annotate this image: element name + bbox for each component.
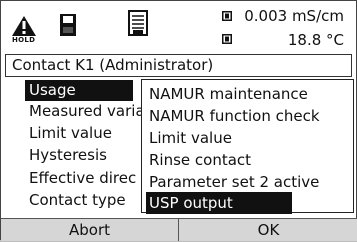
status-bar: HOLD 0.003 mS/cm 18.8 °C: [1, 1, 357, 53]
hold-label: HOLD: [12, 36, 36, 44]
device-display: HOLD 0.003 mS/cm 18.8 °C Contact K1 (Adm…: [0, 0, 357, 241]
ok-softkey[interactable]: OK: [179, 218, 357, 241]
logbook-icon: [128, 10, 148, 36]
menu-title-bar: Contact K1 (Administrator): [5, 54, 352, 77]
option-namur-maintenance[interactable]: NAMUR maintenance: [146, 83, 308, 105]
param-usage[interactable]: Usage: [25, 80, 133, 101]
channel-indicator-icon: [222, 34, 232, 44]
channel-indicator-icon: [222, 11, 232, 21]
option-rinse-contact[interactable]: Rinse contact: [146, 149, 292, 171]
measurement-secondary: 18.8 °C: [287, 31, 344, 49]
usage-dropdown[interactable]: NAMUR maintenance NAMUR function check L…: [141, 79, 354, 214]
page-title: Contact K1 (Administrator): [12, 56, 214, 74]
option-limit-value[interactable]: Limit value: [146, 127, 292, 149]
memory-card-icon: [60, 14, 76, 36]
measurement-primary: 0.003 mS/cm: [244, 7, 344, 25]
option-usp-output[interactable]: USP output: [146, 192, 292, 214]
option-parameter-set-2-active[interactable]: Parameter set 2 active: [146, 171, 319, 193]
abort-softkey[interactable]: Abort: [1, 218, 179, 241]
option-namur-function-check[interactable]: NAMUR function check: [146, 105, 320, 127]
